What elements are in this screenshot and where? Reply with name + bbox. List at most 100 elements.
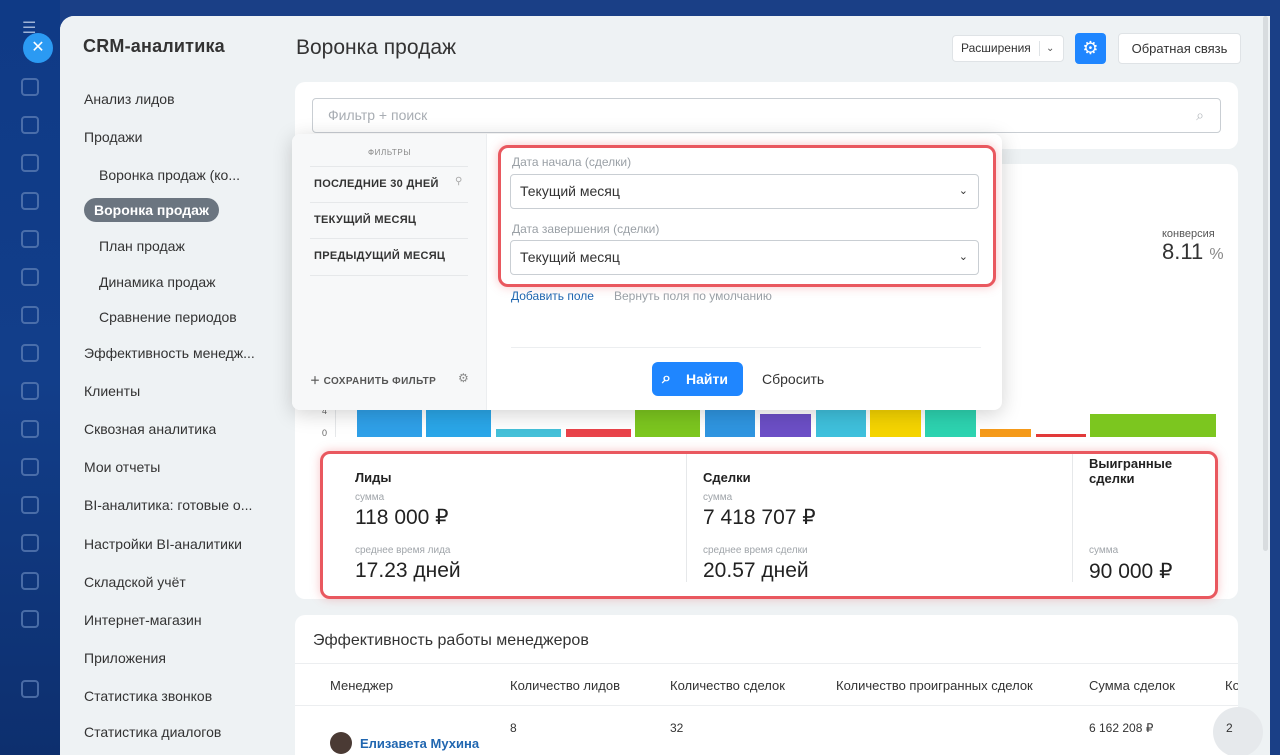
preset-current-month[interactable]: ТЕКУЩИЙ МЕСЯЦ xyxy=(314,214,416,226)
gear-icon[interactable]: ⚙ xyxy=(458,371,469,385)
stat-leads-title: Лиды xyxy=(355,470,392,485)
reset-button[interactable]: Сбросить xyxy=(762,371,824,387)
add-field-link[interactable]: Добавить поле xyxy=(511,289,594,303)
managers-title: Эффективность работы менеджеров xyxy=(313,632,589,649)
preset-previous-month[interactable]: ПРЕДЫДУЩИЙ МЕСЯЦ xyxy=(314,250,445,262)
sidebar-item-funnel-ko[interactable]: Воронка продаж (ко... xyxy=(99,167,259,183)
sidebar-item-clients[interactable]: Клиенты xyxy=(84,383,140,399)
sidebar-item-leads[interactable]: Анализ лидов xyxy=(84,91,175,107)
start-date-select[interactable]: Текущий месяц ⌄ xyxy=(510,174,979,209)
col-manager[interactable]: Менеджер xyxy=(330,678,393,693)
rail-icon-14[interactable] xyxy=(21,572,39,590)
row-leads: 8 xyxy=(510,721,517,735)
row-deals-sum: 6 162 208 ₽ xyxy=(1089,721,1154,735)
row-extra: 2 xyxy=(1226,721,1233,735)
divider xyxy=(686,454,687,582)
rail-icon-16[interactable] xyxy=(21,680,39,698)
funnel-bar xyxy=(566,429,631,437)
sidebar-item-plan[interactable]: План продаж xyxy=(99,238,185,254)
sidebar-item-bi-ready[interactable]: BI-аналитика: готовые о... xyxy=(84,497,264,513)
card-icon[interactable] xyxy=(21,382,39,400)
sidebar-title: CRM-аналитика xyxy=(83,36,225,56)
plus-icon: ＋ xyxy=(310,376,321,387)
sidebar-item-efficiency[interactable]: Эффективность менедж... xyxy=(84,345,264,361)
divider xyxy=(295,663,1238,664)
settings-gear-button[interactable]: ⚙ xyxy=(1075,33,1106,64)
sidebar-item-funnel-active[interactable]: Воронка продаж xyxy=(84,198,219,222)
scrollbar[interactable] xyxy=(1263,16,1268,551)
rail-icon-2[interactable] xyxy=(21,116,39,134)
mail-icon[interactable] xyxy=(21,420,39,438)
filter-icon[interactable] xyxy=(21,230,39,248)
stat-leads-time: 17.23 дней xyxy=(355,559,461,582)
sidebar-item-my-reports[interactable]: Мои отчеты xyxy=(84,459,160,475)
search-placeholder: Фильтр + поиск xyxy=(328,107,428,123)
filter-popup: ФИЛЬТРЫ ПОСЛЕДНИЕ 30 ДНЕЙ ⚲ ТЕКУЩИЙ МЕСЯ… xyxy=(292,134,1002,410)
stat-deals-title: Сделки xyxy=(703,470,751,485)
manager-name-link[interactable]: Елизавета Мухина xyxy=(360,736,479,751)
funnel-bar xyxy=(1036,434,1086,437)
calendar-icon[interactable] xyxy=(21,268,39,286)
app-rail: ☰ ✕ xyxy=(0,0,60,755)
scroll-button[interactable] xyxy=(1213,707,1263,755)
divider xyxy=(1072,454,1073,582)
filter-presets-caption: ФИЛЬТРЫ xyxy=(367,148,412,157)
feedback-button[interactable]: Обратная связь xyxy=(1118,33,1241,64)
sidebar-item-compare[interactable]: Сравнение периодов xyxy=(99,309,237,325)
rail-icon-12[interactable] xyxy=(21,496,39,514)
filter-search-input[interactable]: Фильтр + поиск ⌕ xyxy=(312,98,1221,133)
save-filter-button[interactable]: ＋ СОХРАНИТЬ ФИЛЬТР xyxy=(310,372,436,387)
conversion-number: 8.11 xyxy=(1162,239,1204,264)
main-content: Воронка продаж Расширения ⌄ ⚙ Обратная с… xyxy=(275,16,1270,755)
restore-fields-link[interactable]: Вернуть поля по умолчанию xyxy=(614,289,772,303)
divider xyxy=(310,166,468,167)
rail-icon-4[interactable] xyxy=(21,192,39,210)
col-lost-deals[interactable]: Количество проигранных сделок xyxy=(836,678,1033,693)
page-title: Воронка продаж xyxy=(296,36,457,59)
divider xyxy=(310,275,468,276)
funnel-bar xyxy=(1090,414,1216,437)
robot-icon[interactable] xyxy=(21,306,39,324)
check-icon[interactable] xyxy=(21,534,39,552)
sidebar-item-bi-settings[interactable]: Настройки BI-аналитики xyxy=(84,536,242,552)
close-panel-button[interactable]: ✕ xyxy=(23,33,53,63)
sidebar-item-eshop[interactable]: Интернет-магазин xyxy=(84,612,202,628)
extensions-button[interactable]: Расширения ⌄ xyxy=(952,35,1064,62)
start-date-label: Дата начала (сделки) xyxy=(512,155,632,169)
analytics-sidebar: CRM-аналитика Анализ лидов Продажи Ворон… xyxy=(60,16,275,755)
gear-icon: ⚙ xyxy=(1082,38,1099,58)
rail-icon-1[interactable] xyxy=(21,78,39,96)
search-icon: ⌕ xyxy=(662,370,671,387)
divider xyxy=(511,347,981,348)
avatar xyxy=(330,732,352,754)
search-icon[interactable]: ⌕ xyxy=(1196,99,1204,132)
col-deals[interactable]: Количество сделок xyxy=(670,678,785,693)
managers-card: Эффективность работы менеджеров Менеджер… xyxy=(295,615,1263,755)
users-icon[interactable] xyxy=(21,458,39,476)
rail-icon-15[interactable] xyxy=(21,610,39,628)
col-deals-sum[interactable]: Сумма сделок xyxy=(1089,678,1175,693)
chat-icon[interactable] xyxy=(21,154,39,172)
find-button[interactable]: ⌕ Найти xyxy=(652,362,743,396)
funnel-bar xyxy=(980,429,1031,437)
end-date-select[interactable]: Текущий месяц ⌄ xyxy=(510,240,979,275)
pin-icon[interactable]: ⚲ xyxy=(455,176,462,187)
col-leads[interactable]: Количество лидов xyxy=(510,678,620,693)
document-icon[interactable] xyxy=(21,344,39,362)
analytics-panel: CRM-аналитика Анализ лидов Продажи Ворон… xyxy=(60,16,1270,755)
sidebar-item-warehouse[interactable]: Складской учёт xyxy=(84,574,186,590)
sidebar-item-sales[interactable]: Продажи xyxy=(84,129,142,145)
row-deals: 32 xyxy=(670,721,684,735)
stat-won-sum-label: сумма xyxy=(1089,545,1119,556)
funnel-bar xyxy=(496,429,561,437)
sidebar-item-calls[interactable]: Статистика звонков xyxy=(84,688,212,704)
sidebar-item-dialogs[interactable]: Статистика диалогов xyxy=(84,724,221,740)
preset-last-30-days[interactable]: ПОСЛЕДНИЕ 30 ДНЕЙ xyxy=(314,178,439,190)
sidebar-item-apps[interactable]: Приложения xyxy=(84,650,166,666)
sidebar-item-e2e[interactable]: Сквозная аналитика xyxy=(84,421,216,437)
divider xyxy=(310,202,468,203)
stat-deals-time-label: среднее время сделки xyxy=(703,545,808,556)
sidebar-item-dynamics[interactable]: Динамика продаж xyxy=(99,274,216,290)
col-extra[interactable]: Ко xyxy=(1225,678,1238,693)
chevron-down-icon[interactable]: ⌄ xyxy=(1046,36,1054,61)
